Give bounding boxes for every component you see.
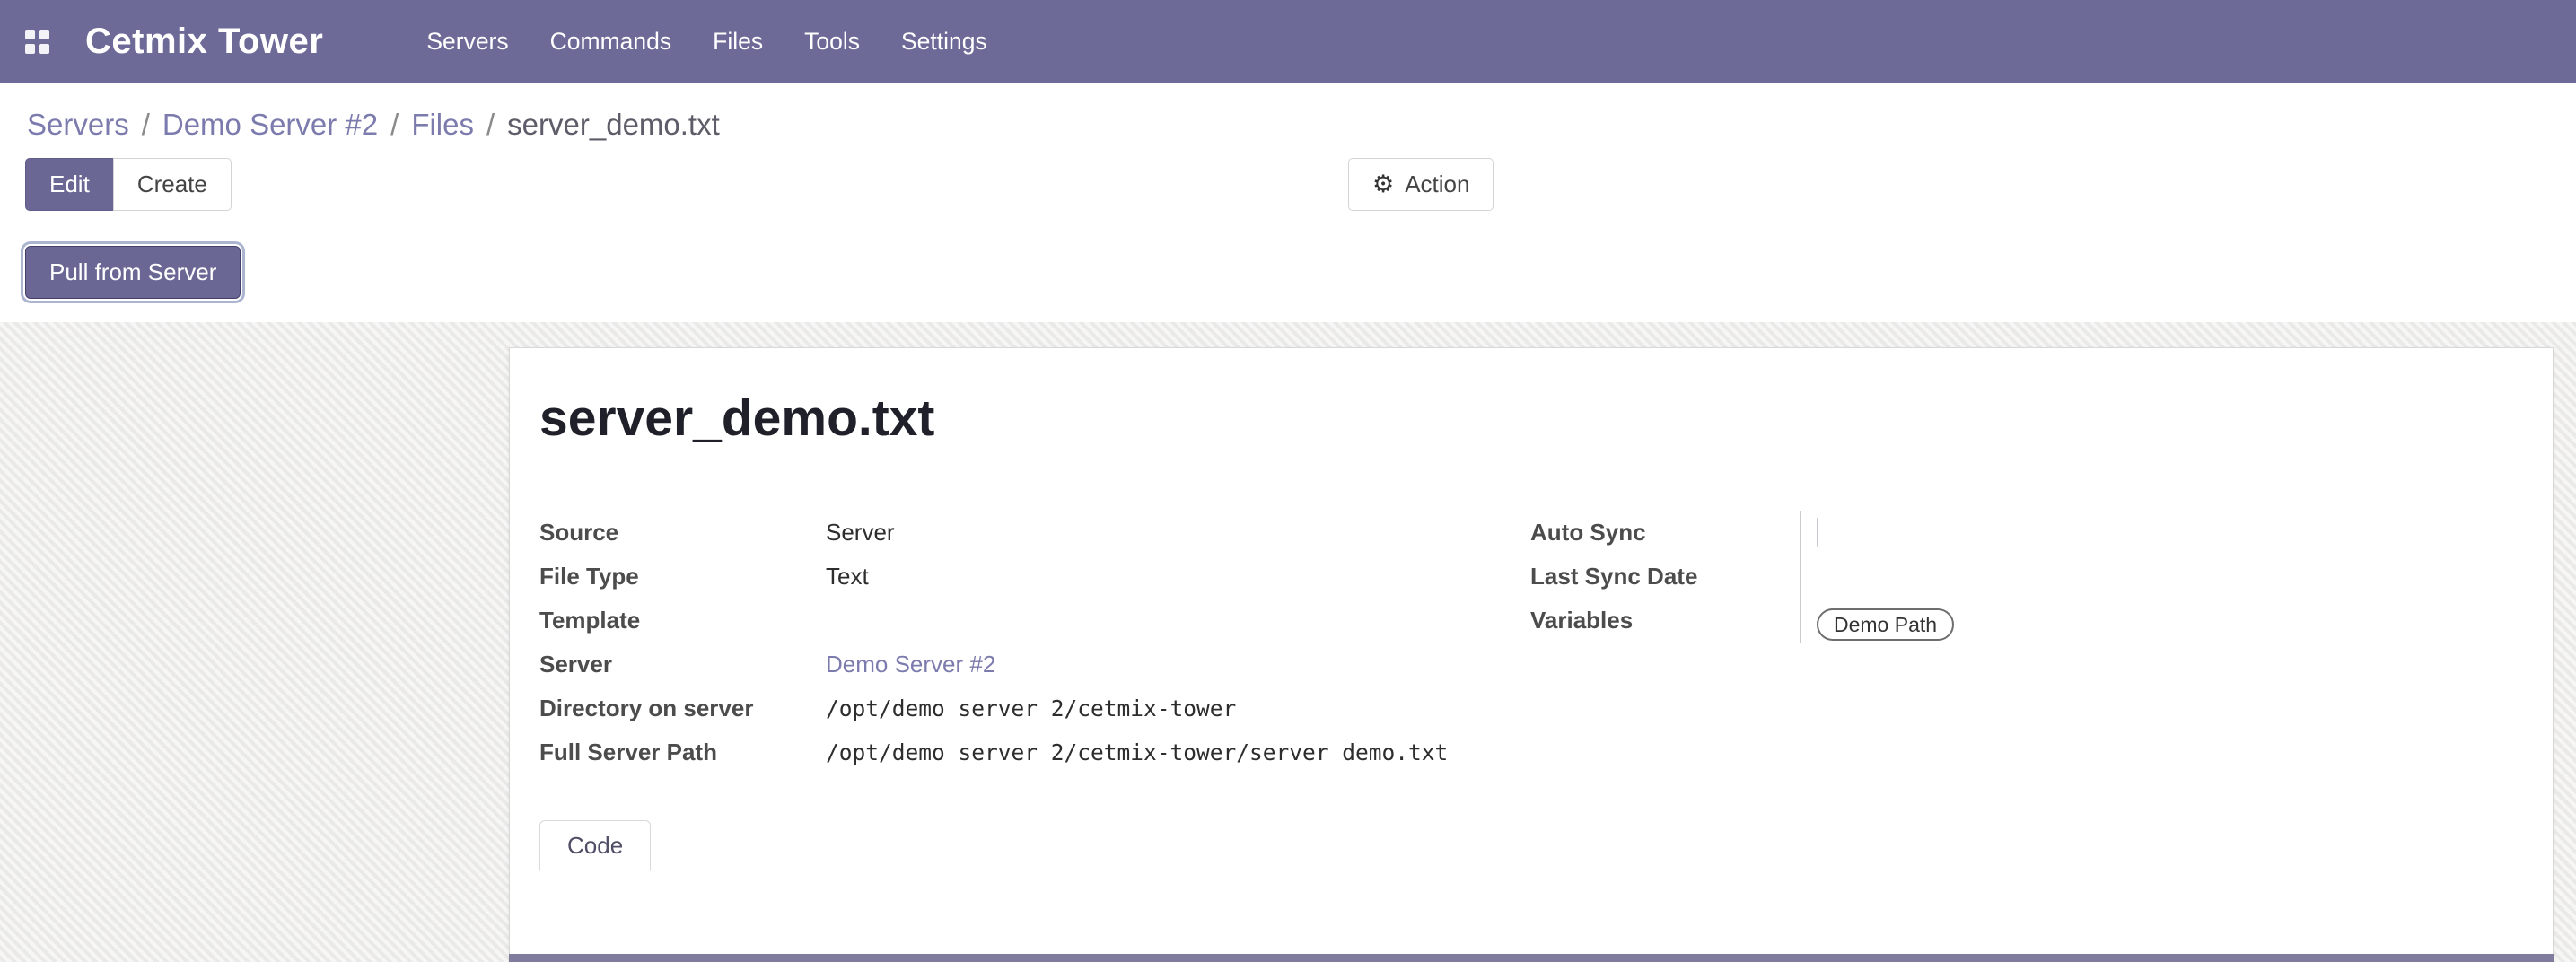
- field-file-type: File Type Text: [539, 555, 1530, 599]
- top-navbar: Cetmix Tower Servers Commands Files Tool…: [0, 0, 2576, 83]
- field-server: Server Demo Server #2: [539, 643, 1530, 687]
- header-buttons-row: Pull from Server: [0, 219, 2576, 322]
- breadcrumb: Servers / Demo Server #2 / Files / serve…: [0, 83, 2576, 149]
- field-variables-value: Demo Path: [1800, 599, 2517, 643]
- breadcrumb-separator: /: [486, 108, 495, 142]
- menu-item-tools[interactable]: Tools: [784, 0, 881, 83]
- tab-code[interactable]: Code: [539, 820, 651, 871]
- menu-item-commands[interactable]: Commands: [530, 0, 693, 83]
- apps-grid-square: [25, 44, 35, 54]
- form-column-right: Auto Sync Last Sync Date Variables Demo …: [1530, 511, 2517, 774]
- field-auto-sync: Auto Sync: [1530, 511, 2517, 555]
- field-auto-sync-label: Auto Sync: [1530, 511, 1800, 555]
- tab-code-content: [539, 870, 2517, 962]
- field-last-sync-date-label: Last Sync Date: [1530, 555, 1800, 599]
- button-row: Edit Create ⚙ Action: [0, 149, 2576, 219]
- form-sheet: server_demo.txt Source Server File Type …: [509, 347, 2554, 962]
- record-title: server_demo.txt: [539, 389, 2517, 448]
- form-column-left: Source Server File Type Text Template Se…: [539, 511, 1530, 774]
- field-server-label: Server: [539, 643, 826, 687]
- breadcrumb-separator: /: [142, 108, 150, 142]
- breadcrumb-link-servers[interactable]: Servers: [27, 108, 129, 142]
- field-last-sync-date-value: [1800, 555, 2517, 599]
- menu-item-servers[interactable]: Servers: [406, 0, 529, 83]
- action-menu-label: Action: [1405, 171, 1469, 198]
- field-full-path: Full Server Path /opt/demo_server_2/cetm…: [539, 730, 1530, 774]
- field-full-path-value: /opt/demo_server_2/cetmix-tower/server_d…: [826, 730, 1448, 774]
- code-editor-top-edge: [509, 954, 2554, 962]
- field-source: Source Server: [539, 511, 1530, 555]
- field-source-label: Source: [539, 511, 826, 555]
- field-file-type-label: File Type: [539, 555, 826, 599]
- field-variables: Variables Demo Path: [1530, 599, 2517, 643]
- apps-grid-square: [39, 30, 49, 39]
- content-area: server_demo.txt Source Server File Type …: [0, 322, 2576, 962]
- field-file-type-value: Text: [826, 555, 869, 599]
- auto-sync-checkbox[interactable]: [1817, 518, 1818, 547]
- action-menu-button[interactable]: ⚙ Action: [1348, 158, 1494, 211]
- field-last-sync-date: Last Sync Date: [1530, 555, 2517, 599]
- apps-grid-icon[interactable]: [25, 30, 49, 54]
- main-menu: Servers Commands Files Tools Settings: [406, 0, 1007, 83]
- field-server-value-link[interactable]: Demo Server #2: [826, 643, 995, 687]
- breadcrumb-link-files[interactable]: Files: [411, 108, 474, 142]
- edit-button[interactable]: Edit: [25, 158, 114, 211]
- breadcrumb-separator: /: [390, 108, 399, 142]
- variable-tag-demo-path: Demo Path: [1817, 608, 1954, 641]
- apps-grid-square: [39, 44, 49, 54]
- field-directory: Directory on server /opt/demo_server_2/c…: [539, 687, 1530, 730]
- menu-item-files[interactable]: Files: [692, 0, 784, 83]
- field-template-label: Template: [539, 599, 826, 643]
- breadcrumb-link-demo-server[interactable]: Demo Server #2: [162, 108, 378, 142]
- field-variables-label: Variables: [1530, 599, 1800, 643]
- control-panel: Servers / Demo Server #2 / Files / serve…: [0, 83, 2576, 322]
- field-directory-value: /opt/demo_server_2/cetmix-tower: [826, 687, 1236, 730]
- field-auto-sync-value: [1800, 511, 2517, 555]
- form-field-grid: Source Server File Type Text Template Se…: [539, 511, 2517, 774]
- menu-item-settings[interactable]: Settings: [881, 0, 1008, 83]
- app-brand[interactable]: Cetmix Tower: [85, 22, 323, 62]
- pull-from-server-button[interactable]: Pull from Server: [25, 246, 241, 299]
- field-full-path-label: Full Server Path: [539, 730, 826, 774]
- breadcrumb-current: server_demo.txt: [507, 108, 720, 142]
- notebook-tabs: Code: [510, 819, 2553, 870]
- apps-grid-square: [25, 30, 35, 39]
- create-button[interactable]: Create: [113, 158, 232, 211]
- field-directory-label: Directory on server: [539, 687, 826, 730]
- field-source-value: Server: [826, 511, 895, 555]
- gear-icon: ⚙: [1372, 172, 1394, 197]
- field-template: Template: [539, 599, 1530, 643]
